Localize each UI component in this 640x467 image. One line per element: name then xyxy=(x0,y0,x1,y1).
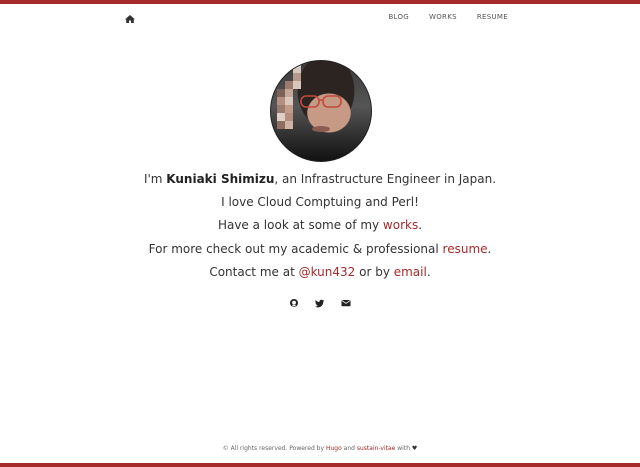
social-links xyxy=(0,297,640,309)
glasses-shape xyxy=(300,95,342,132)
contact-suffix: . xyxy=(426,264,431,279)
nav-links: BLOG WORKS RESUME xyxy=(388,13,508,21)
intro-suffix: , an Infrastructure Engineer in Japan. xyxy=(274,172,497,186)
heart-icon: ♥ xyxy=(411,445,418,452)
resume-link[interactable]: resume xyxy=(443,242,488,256)
footer-prefix: © All rights reserved. Powered by xyxy=(222,445,326,452)
bottom-border xyxy=(0,463,640,467)
works-suffix: . xyxy=(418,218,423,233)
twitter-icon[interactable] xyxy=(314,297,326,309)
nav-works-link[interactable]: WORKS xyxy=(429,13,457,21)
twitter-handle-link[interactable]: @kun432 xyxy=(299,265,356,279)
love-line: I love Cloud Comptuing and Perl! xyxy=(221,195,419,210)
footer: © All rights reserved. Powered by Hugo a… xyxy=(0,445,640,452)
nav-resume-link[interactable]: RESUME xyxy=(477,13,508,21)
hugo-link[interactable]: Hugo xyxy=(326,445,342,452)
footer-and: and xyxy=(341,445,357,452)
contact-line: Contact me at @kun432 or by email. xyxy=(0,261,640,284)
avatar xyxy=(270,60,372,162)
email-link[interactable]: email xyxy=(394,265,427,279)
contact-mid: or by xyxy=(355,264,394,279)
nav-blog-link[interactable]: BLOG xyxy=(388,13,409,21)
resume-suffix: . xyxy=(487,241,492,256)
github-icon[interactable] xyxy=(288,297,300,309)
contact-prefix: Contact me at xyxy=(209,264,299,279)
theme-link[interactable]: sustain-vitae xyxy=(357,445,396,452)
intro-prefix: I'm xyxy=(143,172,167,186)
profile-name: Kuniaki Shimizu xyxy=(166,172,275,186)
resume-prefix: For more check out my academic & profess… xyxy=(148,241,443,256)
works-prefix: Have a look at some of my xyxy=(217,218,383,233)
works-link[interactable]: works xyxy=(383,218,418,232)
resume-line: For more check out my academic & profess… xyxy=(0,238,640,261)
works-line: Have a look at some of my works. xyxy=(0,214,640,237)
intro-line: I'm Kuniaki Shimizu, an Infrastructure E… xyxy=(0,168,640,191)
footer-with: with xyxy=(395,445,412,452)
intro: I'm Kuniaki Shimizu, an Infrastructure E… xyxy=(0,168,640,284)
home-icon[interactable] xyxy=(124,10,136,23)
envelope-icon[interactable] xyxy=(340,297,352,309)
top-nav: BLOG WORKS RESUME xyxy=(0,4,640,28)
